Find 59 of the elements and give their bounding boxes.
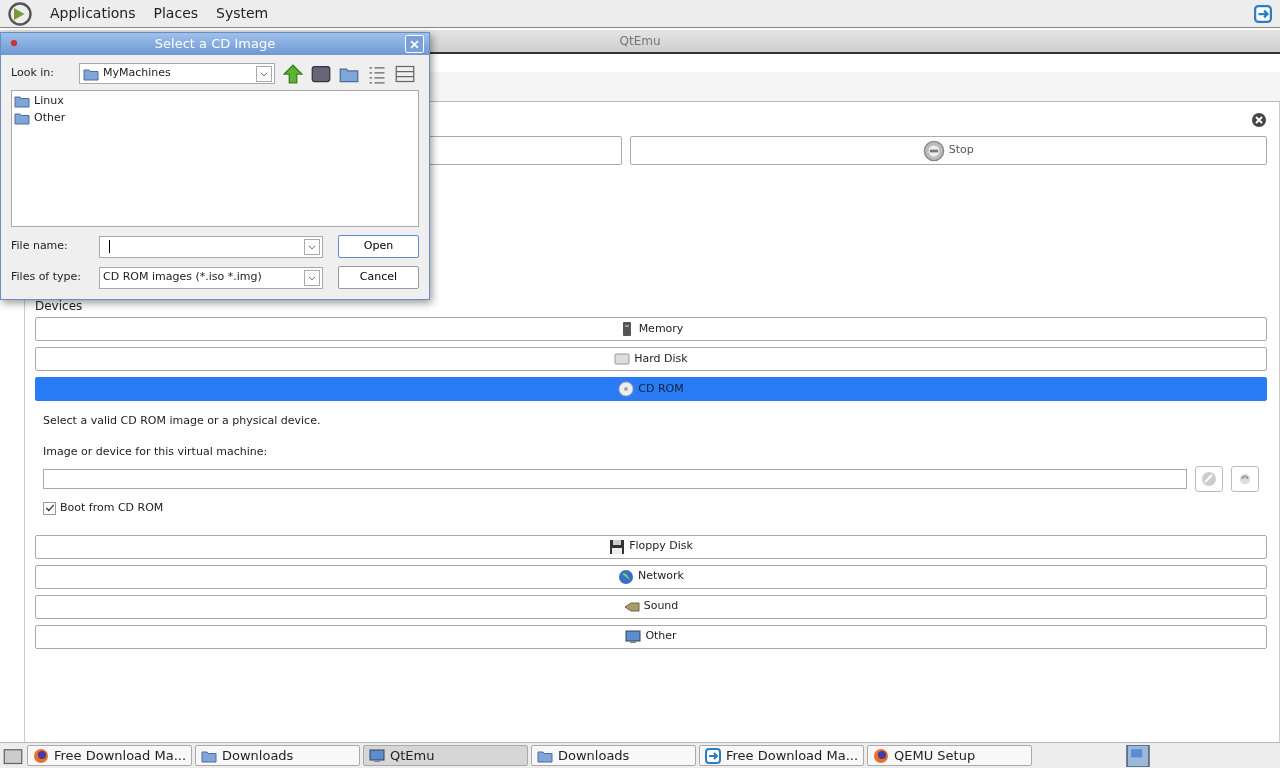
combo-text: CD ROM images (*.iso *.img) <box>103 269 262 286</box>
disc-icon <box>1201 471 1217 487</box>
globe-icon <box>618 568 635 585</box>
taskbar-item[interactable]: QEMU Setup <box>867 745 1032 766</box>
menu-item[interactable]: Places <box>153 3 199 24</box>
file-type-dropdown[interactable]: CD ROM images (*.iso *.img) <box>99 266 323 289</box>
check-icon <box>44 503 55 514</box>
stop-button[interactable]: Stop <box>629 136 1267 165</box>
up-arrow-icon <box>283 63 303 84</box>
refresh-icon <box>1238 472 1252 486</box>
dialog-title: Select a CD Image <box>154 35 276 54</box>
menu-item[interactable]: Applications <box>50 3 136 24</box>
sync-icon <box>1254 4 1272 23</box>
field-label: Look in: <box>11 65 55 82</box>
toolbar-button[interactable] <box>395 63 415 84</box>
file-list-item[interactable]: Other <box>14 109 416 126</box>
image-path-field[interactable] <box>43 469 1187 489</box>
device-button[interactable]: Floppy Disk <box>35 534 1267 559</box>
detail-view-icon <box>395 63 415 84</box>
taskbar-item[interactable]: Free Download Ma... <box>27 745 192 766</box>
taskbar-item[interactable]: Downloads <box>195 745 360 766</box>
taskbar-item[interactable]: QtEmu <box>363 745 528 766</box>
sync-icon <box>705 747 721 764</box>
monitor-icon <box>625 628 642 645</box>
close-button[interactable] <box>405 35 424 53</box>
app-icon <box>9 38 19 48</box>
hint-text: Select a valid CD ROM image or a physical device. <box>43 413 322 429</box>
file-name-field[interactable] <box>99 235 323 258</box>
device-button[interactable]: Network <box>35 564 1267 589</box>
close-icon <box>1251 112 1267 128</box>
section-label: Devices <box>35 298 84 315</box>
disc-button[interactable] <box>1195 466 1223 492</box>
boot-checkbox[interactable] <box>43 501 56 515</box>
checkbox-label: Boot from CD ROM <box>60 500 164 516</box>
device-button[interactable]: CD ROM <box>35 377 1267 401</box>
stop-icon <box>922 139 945 162</box>
combo-text: MyMachines <box>103 65 171 82</box>
file-list-item[interactable]: Linux <box>14 93 416 110</box>
cancel-button[interactable]: Cancel <box>338 266 419 289</box>
device-button[interactable]: Memory <box>35 317 1267 341</box>
look-in-dropdown[interactable]: MyMachines <box>79 63 275 84</box>
close-icon <box>409 38 420 50</box>
field-label: File name: <box>11 238 69 255</box>
taskbar-item[interactable]: Free Download Ma... <box>699 745 864 766</box>
field-label: Files of type: <box>11 269 82 286</box>
field-label: Image or device for this virtual machine: <box>43 443 269 460</box>
folder-icon <box>14 93 30 110</box>
device-button[interactable]: Sound <box>35 594 1267 619</box>
browser-icon <box>33 747 49 764</box>
device-button[interactable]: Other <box>35 624 1267 649</box>
refresh-button[interactable] <box>1231 466 1259 492</box>
device-button[interactable]: Hard Disk <box>35 347 1267 371</box>
browser-icon <box>873 747 889 764</box>
menu-item[interactable]: System <box>216 3 269 24</box>
monitor-icon <box>369 747 385 764</box>
taskbar-item[interactable]: Downloads <box>531 745 696 766</box>
disc-icon <box>618 381 635 397</box>
open-button[interactable]: Open <box>338 235 419 258</box>
distro-logo-icon <box>8 1 32 26</box>
